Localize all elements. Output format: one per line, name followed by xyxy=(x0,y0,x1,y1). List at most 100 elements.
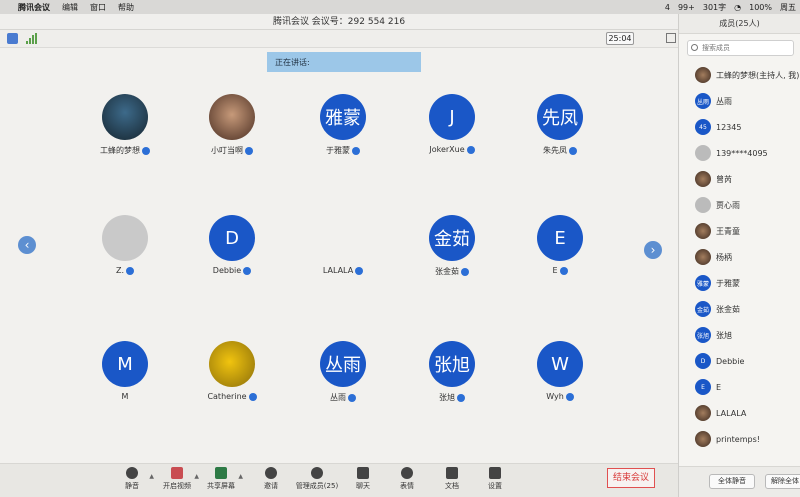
unmute-all-button[interactable]: 解除全体 xyxy=(765,474,800,489)
users-icon xyxy=(311,467,323,479)
camera-off-icon xyxy=(171,467,183,479)
member-row[interactable]: 金茹 张金茹 xyxy=(679,296,800,322)
microphone-icon xyxy=(457,393,465,402)
member-name: 工蜂的梦想(主持人, 我) xyxy=(716,70,800,80)
menu-app[interactable]: 腾讯会议 xyxy=(18,2,50,13)
docs-button[interactable]: 文档 xyxy=(432,467,472,491)
member-row[interactable]: 杨柄 xyxy=(679,244,800,270)
participant-tile[interactable]: MM xyxy=(70,341,180,401)
participant-tile[interactable]: D Debbie xyxy=(177,215,287,275)
participant-tile[interactable]: 雅蒙 于雅蒙 xyxy=(288,94,398,156)
member-avatar xyxy=(695,249,711,265)
wifi-icon[interactable]: ◔ xyxy=(734,3,741,12)
settings-button[interactable]: 设置 xyxy=(475,467,515,491)
menu-help[interactable]: 帮助 xyxy=(118,2,134,13)
menu-edit[interactable]: 编辑 xyxy=(62,2,78,13)
participant-name-text: Z. xyxy=(115,266,125,275)
microphone-icon xyxy=(565,392,574,401)
wechat-badge[interactable]: 99+ xyxy=(678,3,695,12)
participant-name-text: E xyxy=(552,266,558,275)
chevron-up-icon[interactable]: ▲ xyxy=(194,473,199,480)
fullscreen-icon[interactable] xyxy=(666,33,676,43)
microphone-icon xyxy=(245,146,253,155)
member-row[interactable]: 丛雨 丛雨 xyxy=(679,88,800,114)
menu-bar: 腾讯会议 编辑 窗口 帮助 4 99+ 301字 ◔ 100% 周五 xyxy=(0,0,800,14)
member-row[interactable]: 曾芮 xyxy=(679,166,800,192)
member-list: 工蜂的梦想(主持人, 我) 丛雨 丛雨 45 12345 139****4095 曾芮贾心雨… xyxy=(679,62,800,452)
participant-tile[interactable]: 工蜂的梦想 xyxy=(70,94,180,156)
microphone-icon xyxy=(569,146,577,155)
mute-button[interactable]: 静音 ▲ xyxy=(112,467,154,491)
member-avatar xyxy=(695,431,711,447)
member-avatar xyxy=(695,145,711,161)
participant-tile[interactable]: Catherine xyxy=(177,341,287,401)
chat-button[interactable]: 聊天 xyxy=(343,467,383,491)
member-row[interactable]: 工蜂的梦想(主持人, 我) xyxy=(679,62,800,88)
shield-icon[interactable] xyxy=(7,33,18,44)
participant-tile[interactable]: Z. xyxy=(70,215,180,275)
signal-icon[interactable] xyxy=(26,33,37,44)
member-name: 曾芮 xyxy=(716,174,732,184)
share-screen-button[interactable]: 共享屏幕 ▲ xyxy=(201,467,243,491)
member-name: E xyxy=(716,382,722,392)
member-row[interactable]: 雅蒙 于雅蒙 xyxy=(679,270,800,296)
participant-tile[interactable]: W Wyh xyxy=(505,341,615,401)
members-panel: 成员(25人) 搜索成员 工蜂的梦想(主持人, 我) 丛雨 丛雨 45 12345 139… xyxy=(678,14,800,497)
member-name: LALALA xyxy=(716,408,747,418)
member-name: 12345 xyxy=(716,122,742,132)
member-row[interactable]: 张旭 张旭 xyxy=(679,322,800,348)
document-icon xyxy=(446,467,458,479)
participant-tile[interactable]: 金茹 张金茹 xyxy=(397,215,507,277)
member-avatar xyxy=(695,67,711,83)
member-row[interactable]: EE xyxy=(679,374,800,400)
member-name: 王青童 xyxy=(716,226,740,236)
member-avatar: 金茹 xyxy=(695,301,711,317)
participant-tile[interactable]: 小叮当啊 xyxy=(177,94,287,156)
participant-name-text: Catherine xyxy=(207,392,247,401)
member-name: 贾心雨 xyxy=(716,200,740,210)
member-row[interactable]: 贾心雨 xyxy=(679,192,800,218)
participant-avatar: M xyxy=(102,341,148,387)
member-avatar: 45 xyxy=(695,119,711,135)
participant-tile[interactable]: 丛雨 丛雨 xyxy=(288,341,398,403)
members-label: 管理成员(25) xyxy=(295,482,339,490)
member-avatar xyxy=(695,197,711,213)
notify-count[interactable]: 4 xyxy=(665,3,670,12)
chevron-up-icon[interactable]: ▲ xyxy=(149,473,154,480)
member-row[interactable]: 139****4095 xyxy=(679,140,800,166)
participant-name-text: LALALA xyxy=(322,266,354,275)
member-row[interactable]: LALALA xyxy=(679,400,800,426)
next-page-arrow-icon[interactable]: › xyxy=(644,241,662,259)
participant-tile[interactable]: EE xyxy=(505,215,615,275)
microphone-icon xyxy=(466,145,475,154)
member-search-input[interactable]: 搜索成员 xyxy=(687,40,794,56)
input-status[interactable]: 301字 xyxy=(703,2,726,13)
participant-name: 丛雨 xyxy=(288,392,398,403)
invite-label: 邀请 xyxy=(264,482,278,490)
participant-tile[interactable]: 先凤 朱先凤 xyxy=(505,94,615,156)
invite-button[interactable]: 邀请 xyxy=(251,467,291,491)
participant-name-text: 丛雨 xyxy=(330,393,346,402)
member-row[interactable]: 王青童 xyxy=(679,218,800,244)
prev-page-arrow-icon[interactable]: ‹ xyxy=(18,236,36,254)
participant-tile[interactable]: J JokerXue xyxy=(397,94,507,154)
mute-all-button[interactable]: 全体静音 xyxy=(709,474,755,489)
microphone-icon xyxy=(126,467,138,479)
participant-avatar: 张旭 xyxy=(429,341,475,387)
member-row[interactable]: D Debbie xyxy=(679,348,800,374)
search-placeholder: 搜索成员 xyxy=(702,44,730,52)
participant-tile[interactable]: LALALA xyxy=(288,215,398,275)
participant-tile[interactable]: 张旭 张旭 xyxy=(397,341,507,403)
end-meeting-button[interactable]: 结束会议 xyxy=(607,468,655,488)
battery-percent[interactable]: 100% xyxy=(749,3,772,12)
member-row[interactable]: printemps! xyxy=(679,426,800,452)
member-row[interactable]: 45 12345 xyxy=(679,114,800,140)
reaction-label: 表情 xyxy=(400,482,414,490)
start-video-button[interactable]: 开启视频 ▲ xyxy=(157,467,199,491)
member-name: 张金茹 xyxy=(716,304,740,314)
chevron-up-icon[interactable]: ▲ xyxy=(238,473,243,480)
menu-window[interactable]: 窗口 xyxy=(90,2,106,13)
reaction-button[interactable]: 表情 xyxy=(387,467,427,491)
day-label[interactable]: 周五 xyxy=(780,2,796,13)
manage-members-button[interactable]: 管理成员(25) xyxy=(294,467,340,491)
